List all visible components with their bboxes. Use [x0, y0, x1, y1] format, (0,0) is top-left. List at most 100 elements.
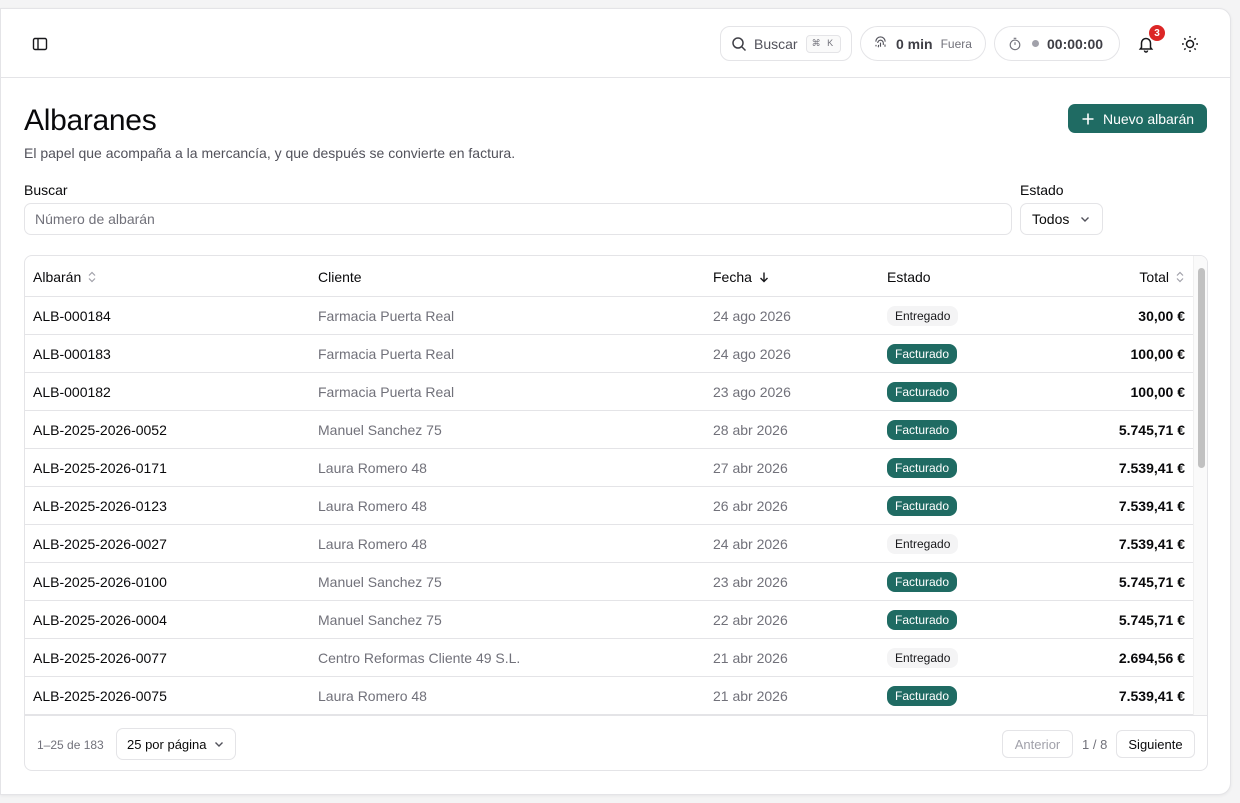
page-indicator: 1 / 8: [1082, 737, 1108, 752]
albaran-id: ALB-2025-2026-0123: [33, 497, 167, 514]
estado-select-value: Todos: [1032, 211, 1070, 227]
chevron-down-icon: [214, 742, 223, 747]
albaran-id: ALB-2025-2026-0075: [33, 687, 167, 704]
albaranes-table: Albarán Cliente Fecha Estado Total ALB-0…: [24, 255, 1208, 771]
sort-icon: [88, 271, 96, 282]
albaran-date: 27 abr 2026: [713, 459, 788, 476]
albaran-date: 21 abr 2026: [713, 649, 788, 666]
albaran-total: 100,00 €: [1130, 383, 1186, 400]
timer-status-dot: [1032, 40, 1039, 47]
scrollbar-thumb[interactable]: [1198, 268, 1205, 468]
column-total[interactable]: Total: [1139, 256, 1185, 297]
status-badge: Facturado: [887, 381, 958, 402]
search-input[interactable]: [24, 203, 1012, 235]
sidebar-toggle-icon: [32, 37, 48, 51]
search-icon: [732, 36, 747, 51]
status-badge: Facturado: [887, 495, 958, 516]
notification-badge: 3: [1149, 25, 1165, 41]
command-search-button[interactable]: Buscar ⌘ K: [720, 26, 852, 61]
albaran-id: ALB-000182: [33, 383, 111, 400]
cliente-name: Laura Romero 48: [318, 687, 427, 704]
attendance-time: 0 min: [896, 35, 933, 52]
cliente-name: Laura Romero 48: [318, 497, 427, 514]
theme-toggle-button[interactable]: [1177, 31, 1203, 57]
status-badge: Entregado: [887, 305, 959, 326]
cliente-name: Centro Reformas Cliente 49 S.L.: [318, 649, 521, 666]
cliente-name: Farmacia Puerta Real: [318, 345, 455, 362]
albaran-total: 5.745,71 €: [1118, 611, 1185, 628]
albaran-id: ALB-2025-2026-0077: [33, 649, 167, 666]
table-row[interactable]: ALB-2025-2026-0123 Laura Romero 48 26 abr …: [25, 487, 1193, 525]
timer-value: 00:00:00: [1047, 35, 1104, 52]
status-cell: Facturado: [887, 487, 958, 524]
attendance-button[interactable]: 0 min Fuera: [860, 26, 986, 61]
estado-select[interactable]: Todos: [1020, 203, 1103, 235]
table-row[interactable]: ALB-2025-2026-0052 Manuel Sanchez 75 28 ab…: [25, 411, 1193, 449]
albaran-id: ALB-2025-2026-0004: [33, 611, 167, 628]
table-row[interactable]: ALB-2025-2026-0075 Laura Romero 48 21 abr …: [25, 677, 1193, 715]
timer-button[interactable]: 00:00:00: [994, 26, 1120, 61]
albaran-total: 7.539,41 €: [1118, 535, 1185, 552]
page-subtitle: El papel que acompaña a la mercancía, y …: [24, 145, 516, 161]
sidebar-toggle-button[interactable]: [25, 29, 55, 59]
new-albaran-button[interactable]: Nuevo albarán: [1068, 104, 1207, 133]
status-cell: Entregado: [887, 525, 959, 562]
page-title: Albaranes: [24, 104, 157, 137]
table-row[interactable]: ALB-2025-2026-0004 Manuel Sanchez 75 22 ab…: [25, 601, 1193, 639]
albaran-date: 22 abr 2026: [713, 611, 788, 628]
albaran-total: 5.745,71 €: [1118, 421, 1185, 438]
albaran-date: 23 abr 2026: [713, 573, 788, 590]
per-page-select[interactable]: 25 por página: [116, 728, 236, 760]
status-badge: Entregado: [887, 647, 959, 668]
column-estado: Estado: [887, 256, 931, 297]
albaran-total: 7.539,41 €: [1118, 459, 1185, 476]
status-badge: Entregado: [887, 533, 959, 554]
status-cell: Facturado: [887, 373, 958, 410]
status-badge: Facturado: [887, 419, 958, 440]
status-badge: Facturado: [887, 609, 958, 630]
next-page-button[interactable]: Siguiente: [1116, 730, 1195, 758]
albaran-total: 30,00 €: [1138, 307, 1185, 324]
table-body: ALB-000184 Farmacia Puerta Real 24 ago 202…: [25, 297, 1193, 715]
table-row[interactable]: ALB-2025-2026-0100 Manuel Sanchez 75 23 ab…: [25, 563, 1193, 601]
column-albaran[interactable]: Albarán: [33, 256, 97, 297]
column-fecha-label: Fecha: [713, 268, 752, 285]
albaran-date: 21 abr 2026: [713, 687, 788, 704]
status-cell: Facturado: [887, 411, 958, 448]
column-cliente-label: Cliente: [318, 268, 362, 285]
cliente-name: Laura Romero 48: [318, 535, 427, 552]
chevron-down-icon: [1081, 217, 1090, 222]
albaran-total: 7.539,41 €: [1118, 497, 1185, 514]
table-row[interactable]: ALB-000183 Farmacia Puerta Real 24 ago 202…: [25, 335, 1193, 373]
fingerprint-icon: [875, 36, 886, 48]
scrollbar[interactable]: [1193, 256, 1207, 715]
albaran-total: 2.694,56 €: [1118, 649, 1185, 666]
albaran-date: 23 ago 2026: [713, 383, 791, 400]
table-row[interactable]: ALB-000182 Farmacia Puerta Real 23 ago 202…: [25, 373, 1193, 411]
sort-icon: [1176, 271, 1184, 282]
albaran-id: ALB-2025-2026-0052: [33, 421, 167, 438]
status-cell: Entregado: [887, 297, 959, 334]
per-page-value: 25 por página: [127, 736, 207, 752]
table-row[interactable]: ALB-000184 Farmacia Puerta Real 24 ago 202…: [25, 297, 1193, 335]
table-header: Albarán Cliente Fecha Estado Total: [25, 256, 1193, 297]
albaran-date: 26 abr 2026: [713, 497, 788, 514]
table-footer: 1–25 de 183 25 por página Anterior 1 / 8…: [25, 715, 1207, 770]
plus-icon: [1082, 113, 1094, 124]
previous-page-button[interactable]: Anterior: [1002, 730, 1073, 758]
app-window: Buscar ⌘ K 0 min Fuera 00:00:00 3 Albara…: [0, 8, 1231, 795]
albaran-date: 28 abr 2026: [713, 421, 788, 438]
topbar: Buscar ⌘ K 0 min Fuera 00:00:00 3: [1, 9, 1230, 78]
column-fecha[interactable]: Fecha: [713, 256, 770, 297]
status-badge: Facturado: [887, 343, 958, 364]
table-row[interactable]: ALB-2025-2026-0027 Laura Romero 48 24 abr …: [25, 525, 1193, 563]
albaran-total: 7.539,41 €: [1118, 687, 1185, 704]
pagination-range: 1–25 de 183: [37, 738, 104, 752]
status-cell: Facturado: [887, 449, 958, 486]
status-cell: Facturado: [887, 563, 958, 600]
table-row[interactable]: ALB-2025-2026-0171 Laura Romero 48 27 abr …: [25, 449, 1193, 487]
attendance-status: Fuera: [940, 36, 972, 51]
table-row[interactable]: ALB-2025-2026-0077 Centro Reformas Client…: [25, 639, 1193, 677]
status-badge: Facturado: [887, 457, 958, 478]
stopwatch-icon: [1009, 37, 1021, 50]
